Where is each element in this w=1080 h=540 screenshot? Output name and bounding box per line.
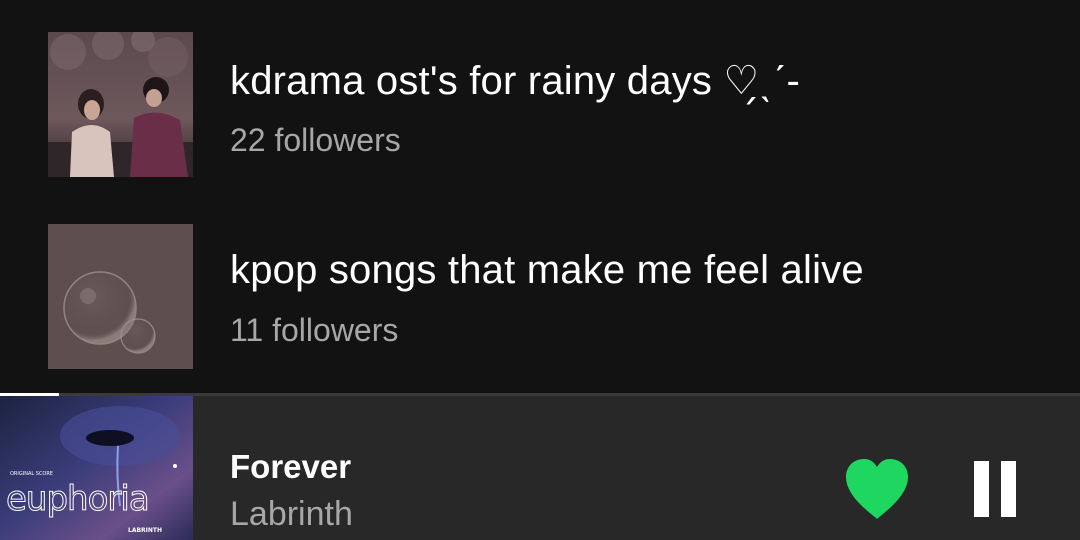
couple-photo-cover xyxy=(48,32,193,177)
playlist-cover xyxy=(48,32,193,177)
playlist-item[interactable]: kpop songs that make me feel alive 11 fo… xyxy=(0,200,1080,390)
playlist-cover xyxy=(48,224,193,369)
track-title[interactable]: Forever xyxy=(230,448,351,486)
album-title-text: euphoria xyxy=(6,479,149,519)
track-artist[interactable]: Labrinth xyxy=(230,495,353,534)
euphoria-album-art: ORIGINAL SCORE euphoria LABRINTH xyxy=(0,396,193,540)
playlist-title: kdrama ost's for rainy days ♡̗ˎˊ- xyxy=(230,59,801,103)
playlist-followers: 11 followers xyxy=(230,312,399,348)
heart-icon xyxy=(846,459,908,519)
pause-button[interactable] xyxy=(968,461,1020,517)
library-screen: kdrama ost's for rainy days ♡̗ˎˊ- 22 fol… xyxy=(0,0,1080,540)
pause-icon xyxy=(974,461,989,517)
like-button[interactable] xyxy=(842,457,912,521)
album-credit-text: LABRINTH xyxy=(128,527,162,534)
album-art[interactable]: ORIGINAL SCORE euphoria LABRINTH xyxy=(0,396,193,540)
playlist-title: kpop songs that make me feel alive xyxy=(230,248,864,292)
playlist-item[interactable]: kdrama ost's for rainy days ♡̗ˎˊ- 22 fol… xyxy=(0,0,1080,190)
album-small-text: ORIGINAL SCORE xyxy=(10,471,53,477)
now-playing-bar[interactable]: ORIGINAL SCORE euphoria LABRINTH Forever… xyxy=(0,393,1080,540)
playlist-followers: 22 followers xyxy=(230,122,401,158)
bubbles-cover xyxy=(48,224,193,369)
